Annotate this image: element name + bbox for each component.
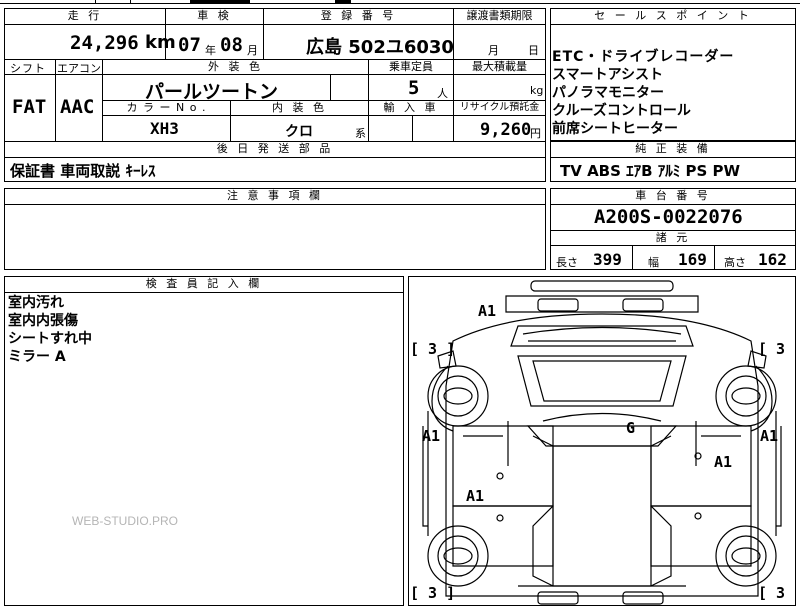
mark-g-windshield: G [626, 419, 635, 437]
mark-3-top-right: [ 3 ] [758, 340, 796, 358]
mark-3-bottom-left: [ 3 ] [410, 584, 455, 602]
inspection-header: 車 検 [166, 9, 263, 23]
load-unit: kg [530, 84, 544, 97]
interior-suffix: 系 [355, 127, 366, 140]
inspector-header: 検 査 員 記 入 欄 [5, 277, 403, 291]
inspector-line: ミラー A [8, 349, 66, 365]
recycle-unit: 円 [530, 127, 541, 140]
height-value: 162 [758, 250, 787, 269]
width-label: 幅 [648, 256, 659, 269]
sales-points-list: ETC・ドライブレコーダー スマートアシスト パノラマモニター クルーズコントロ… [552, 48, 792, 138]
inspection-year: 07 [178, 34, 201, 56]
color-no-value: XH3 [150, 119, 179, 138]
width-value: 169 [678, 250, 707, 269]
mark-3-top-left: [ 3 ] [410, 340, 455, 358]
genuine-header: 純 正 装 備 [551, 142, 795, 156]
registration-value: 広島 502ユ6030 [306, 37, 454, 58]
length-label: 長さ [556, 256, 578, 269]
transfer-day-unit: 日 [528, 44, 539, 57]
accessories-value: 保証書 車両取説 ｷｰﾚｽ [10, 162, 156, 180]
chassis-value: A200S-0022076 [594, 206, 743, 228]
chassis-header: 車 台 番 号 [551, 189, 795, 203]
inspection-month: 08 [220, 34, 243, 56]
mileage-value: 24,296 [70, 32, 139, 54]
capacity-header: 乗車定員 [369, 60, 453, 74]
sales-points-header: セ ー ル ス ポ イ ン ト [551, 9, 795, 23]
watermark: WEB-STUDIO.PRO [72, 514, 179, 528]
transfer-month-unit: 月 [488, 44, 499, 57]
dimensions-header: 諸 元 [551, 231, 795, 245]
inspector-lines: 室内汚れ 室内内張傷 シートすれ中 ミラー A [8, 294, 92, 366]
top-strip [0, 0, 800, 5]
recycle-amount: 9,260 [480, 120, 532, 140]
shift-header: シフト [10, 62, 46, 75]
length-value: 399 [593, 250, 622, 269]
inspector-line: 室内内張傷 [8, 313, 78, 329]
interior-header: 内 装 色 [231, 101, 368, 115]
mark-a1-front: A1 [478, 302, 496, 320]
ac-value: AAC [60, 96, 95, 118]
mileage-unit: km [145, 32, 176, 53]
transfer-header: 譲渡書類期限 [454, 9, 545, 23]
shift-value: FAT [12, 96, 47, 118]
color-no-header: カ ラ ー N o . [103, 101, 230, 115]
capacity-unit: 人 [437, 87, 448, 100]
car-diagram: A1 [ 3 ] [ 3 ] [ 3 ] [ 3 ] A1 A1 G A1 A1 [410, 280, 796, 605]
capacity-value: 5 [408, 77, 420, 99]
accessories-header: 後 日 発 送 部 品 [5, 142, 545, 156]
ac-header: エアコン [57, 62, 101, 75]
mark-3-bottom-right: [ 3 ] [758, 584, 796, 602]
sales-point-item: スマートアシスト [552, 67, 664, 83]
sales-point-item: 前席シートヒーター [552, 121, 678, 137]
month-unit: 月 [247, 44, 258, 57]
mark-a1-right-door: A1 [714, 453, 732, 471]
notes-header: 注 意 事 項 欄 [5, 189, 545, 203]
exterior-color-value: パールツートン [145, 81, 279, 103]
inspector-line: シートすれ中 [8, 331, 92, 347]
sales-point-item: パノラマモニター [552, 85, 664, 101]
genuine-value: TV ABS ｴｱB ｱﾙﾐ PS PW [560, 162, 741, 180]
inspector-line: 室内汚れ [8, 295, 64, 311]
recycle-header: リサイクル預託金 [454, 101, 545, 115]
height-label: 高さ [724, 256, 746, 269]
mark-a1-left-side: A1 [422, 427, 440, 445]
sales-point-item: クルーズコントロール [552, 103, 691, 119]
max-load-header: 最大積載量 [454, 60, 545, 74]
mileage-header: 走 行 [5, 9, 165, 23]
year-unit: 年 [205, 44, 216, 57]
registration-header: 登 録 番 号 [264, 9, 453, 23]
exterior-header: 外 装 色 [103, 60, 368, 74]
sales-point-item: ETC・ドライブレコーダー [552, 49, 735, 65]
interior-color-value: クロ [285, 124, 313, 140]
mark-a1-left-door: A1 [466, 487, 484, 505]
import-header: 輸 入 車 [369, 101, 453, 115]
mark-a1-right-side: A1 [760, 427, 778, 445]
